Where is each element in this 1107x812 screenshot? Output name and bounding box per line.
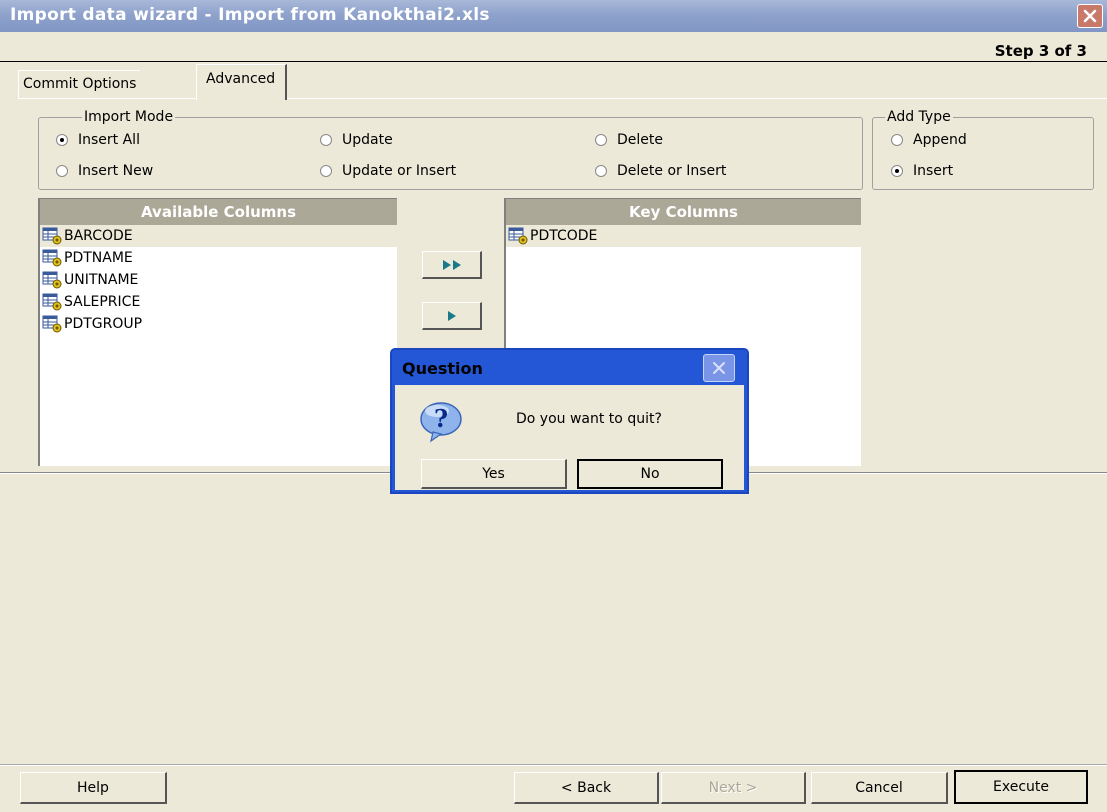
add-type-group: Add Type [872, 109, 1094, 190]
question-dialog: Question ? Do you want to quit? Yes No [390, 348, 749, 494]
add-type-label: Add Type [885, 109, 953, 125]
radio-insert-all[interactable]: Insert All [56, 132, 140, 148]
column-icon [42, 227, 62, 245]
dialog-message: Do you want to quit? [516, 411, 662, 427]
import-mode-group: Import Mode [38, 109, 863, 190]
dialog-close-button[interactable] [703, 354, 735, 382]
back-button[interactable]: < Back [514, 772, 659, 804]
step-indicator: Step 3 of 3 [994, 42, 1087, 60]
radio-delete[interactable]: Delete [595, 132, 663, 148]
tab-advanced[interactable]: Advanced [196, 64, 288, 100]
available-columns-list[interactable]: Available Columns BARCODE PDTNAME UNITNA… [38, 198, 397, 466]
list-item-label: SALEPRICE [64, 294, 141, 310]
radio-indicator [595, 165, 607, 177]
move-selected-button[interactable] [422, 302, 482, 330]
step-header: Step 3 of 3 [0, 32, 1107, 62]
list-item[interactable]: BARCODE [40, 225, 397, 247]
next-button[interactable]: Next > [661, 772, 806, 804]
radio-update[interactable]: Update [320, 132, 393, 148]
radio-label: Update or Insert [342, 163, 457, 179]
radio-indicator [891, 134, 903, 146]
column-icon [508, 227, 528, 245]
import-mode-label: Import Mode [82, 109, 176, 125]
radio-delete-or-insert[interactable]: Delete or Insert [595, 163, 726, 179]
radio-indicator [891, 165, 903, 177]
question-icon: ? [420, 402, 462, 443]
tab-divider [18, 98, 1107, 99]
list-item-label: PDTNAME [64, 250, 133, 266]
double-arrow-right-icon [442, 259, 461, 270]
column-icon [42, 315, 62, 333]
key-columns-header: Key Columns [506, 199, 861, 225]
radio-indicator [56, 165, 68, 177]
radio-label: Append [913, 132, 967, 148]
no-button[interactable]: No [577, 459, 723, 489]
tab-commit-options[interactable]: Commit Options [18, 70, 141, 98]
close-window-button[interactable] [1077, 4, 1103, 28]
yes-button[interactable]: Yes [421, 459, 567, 489]
radio-insert-new[interactable]: Insert New [56, 163, 153, 179]
radio-label: Delete [617, 132, 663, 148]
list-item[interactable]: PDTGROUP [40, 313, 397, 335]
arrow-right-icon [447, 310, 456, 321]
radio-indicator [320, 165, 332, 177]
column-icon [42, 271, 62, 289]
radio-label: Insert [913, 163, 954, 179]
list-item-label: BARCODE [64, 228, 133, 244]
close-icon [713, 362, 725, 374]
column-icon [42, 293, 62, 311]
cancel-button[interactable]: Cancel [811, 772, 948, 804]
list-item[interactable]: SALEPRICE [40, 291, 397, 313]
execute-button[interactable]: Execute [954, 770, 1088, 804]
close-icon [1083, 9, 1097, 23]
radio-indicator [56, 134, 68, 146]
radio-label: Delete or Insert [617, 163, 727, 179]
radio-label: Insert New [78, 163, 154, 179]
footer-separator [0, 765, 1107, 766]
move-all-button[interactable] [422, 251, 482, 279]
radio-add-insert[interactable]: Insert [891, 163, 953, 179]
list-item[interactable]: PDTNAME [40, 247, 397, 269]
column-icon [42, 249, 62, 267]
list-item[interactable]: UNITNAME [40, 269, 397, 291]
list-item-label: PDTCODE [530, 228, 598, 244]
dialog-title: Question [402, 359, 483, 378]
radio-label: Update [342, 132, 393, 148]
window-title-bar[interactable]: Import data wizard - Import from Kanokth… [0, 0, 1107, 32]
help-button[interactable]: Help [20, 772, 167, 804]
dialog-body: ? Do you want to quit? Yes No [395, 385, 744, 490]
available-columns-header: Available Columns [40, 199, 397, 225]
radio-indicator [595, 134, 607, 146]
window-title: Import data wizard - Import from Kanokth… [10, 5, 490, 25]
list-item[interactable]: PDTCODE [506, 225, 861, 247]
list-item-label: UNITNAME [64, 272, 139, 288]
radio-indicator [320, 134, 332, 146]
list-item-label: PDTGROUP [64, 316, 143, 332]
radio-update-or-insert[interactable]: Update or Insert [320, 163, 456, 179]
radio-append[interactable]: Append [891, 132, 967, 148]
radio-label: Insert All [78, 132, 140, 148]
svg-text:?: ? [434, 404, 448, 433]
